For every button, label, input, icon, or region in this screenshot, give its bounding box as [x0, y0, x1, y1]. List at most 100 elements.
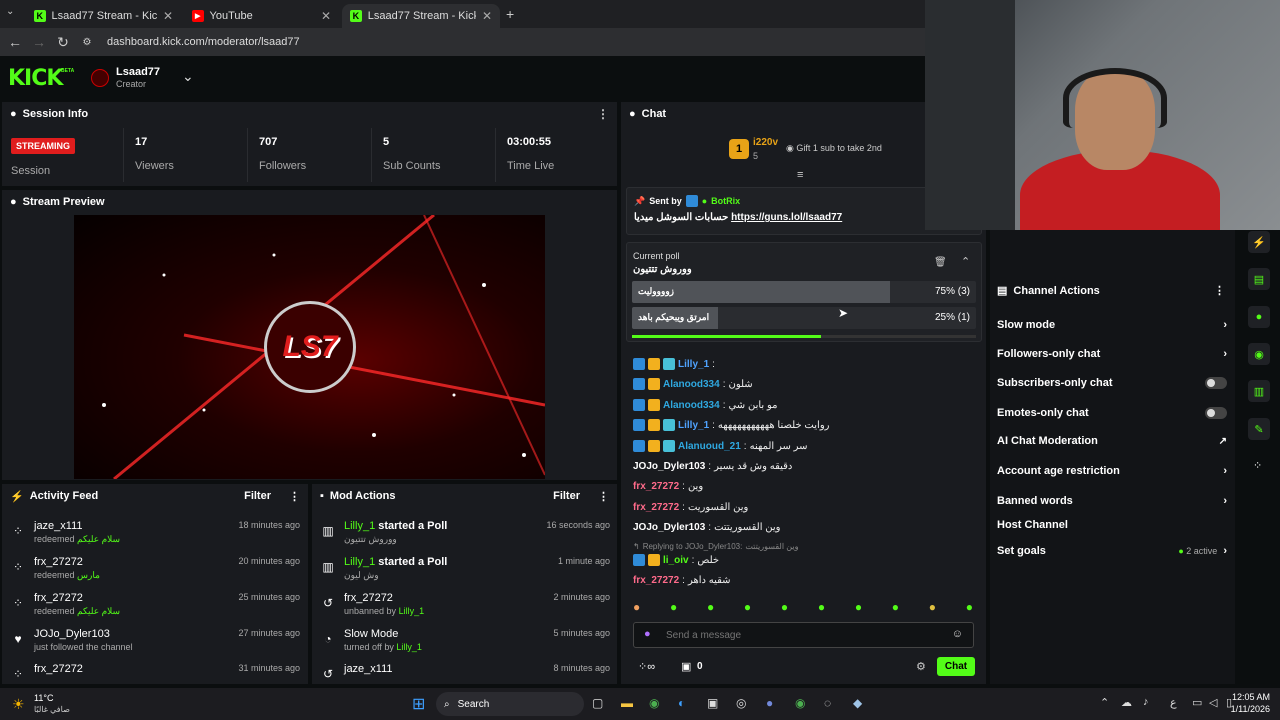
chat-message[interactable]: JOJo_Dyler103: دقيقه وش قد يسير: [633, 461, 792, 472]
chat-username[interactable]: Lilly_1: [678, 359, 709, 370]
list-item[interactable]: ↺ frx_27272 unbanned by Lilly_1 2 minutes a…: [320, 592, 610, 626]
chat-message-input[interactable]: [666, 627, 946, 643]
url-field[interactable]: dashboard.kick.com/moderator/lsaad77: [107, 36, 300, 48]
close-tab-icon[interactable]: ✕: [321, 9, 331, 23]
quick-action-broadcast-icon[interactable]: ◉: [1248, 343, 1270, 365]
new-tab-icon[interactable]: +: [506, 6, 514, 22]
poll-option-1[interactable]: زووووليت 75% (3): [632, 281, 976, 303]
task-view-icon[interactable]: ▢: [592, 696, 603, 710]
emote-icon[interactable]: ●: [744, 600, 751, 616]
action-account-age[interactable]: Account age restriction ›: [997, 461, 1227, 481]
expand-chevron-icon[interactable]: ≡: [797, 169, 803, 181]
chat-username[interactable]: Alanood334: [663, 379, 720, 390]
poll-option-2[interactable]: امرتق ويبحيكم باهد 25% (1): [632, 307, 976, 329]
quick-action-wrench-icon[interactable]: ✎: [1248, 418, 1270, 440]
windows-start-icon[interactable]: ⊞: [412, 694, 425, 714]
send-chat-button[interactable]: Chat: [937, 657, 975, 676]
tab-youtube[interactable]: ▶ YouTube ✕: [184, 4, 339, 28]
channel-switch-chevron-icon[interactable]: ⌄: [182, 68, 194, 85]
chat-message[interactable]: Lilly_1:: [633, 358, 718, 370]
chat-username[interactable]: JOJo_Dyler103: [633, 522, 705, 533]
activity-filter-button[interactable]: Filter: [244, 490, 271, 502]
weather-icon[interactable]: ☀: [12, 696, 25, 713]
quick-action-notes-icon[interactable]: ▤: [1248, 268, 1270, 290]
action-banned-words[interactable]: Banned words ›: [997, 491, 1227, 511]
emoji-icon[interactable]: ☺: [952, 628, 963, 640]
chevron-up-icon[interactable]: ⌃: [961, 255, 970, 268]
tab-kick-dashboard-1[interactable]: K Lsaad77 Stream - Kick Dashboa ✕: [26, 4, 181, 28]
list-item[interactable]: ⁘ frx_27272 31 minutes ago: [10, 663, 300, 683]
action-emotes-only[interactable]: Emotes-only chat: [997, 403, 1227, 423]
list-item[interactable]: ⁘ frx_27272 redeemed سلام عليكم 25 minutes …: [10, 592, 300, 626]
steam-icon[interactable]: ◆: [853, 696, 862, 710]
more-options-icon[interactable]: ⋮: [1214, 284, 1225, 297]
chat-message[interactable]: frx_27272: وين: [633, 481, 703, 492]
file-explorer-icon[interactable]: ▬: [621, 696, 633, 710]
chat-username[interactable]: JOJo_Dyler103: [633, 461, 705, 472]
site-info-icon[interactable]: ⚙: [75, 37, 99, 48]
list-item[interactable]: ↺ jaze_x111 8 minutes ago: [320, 663, 610, 683]
quick-action-lightning-icon[interactable]: ⚡: [1248, 231, 1270, 253]
more-options-icon[interactable]: ⋮: [597, 107, 609, 121]
chat-settings-icon[interactable]: ⚙: [916, 660, 926, 673]
action-followers-only[interactable]: Followers-only chat ›: [997, 344, 1227, 364]
list-item[interactable]: ⁘ jaze_x111 redeemed سلام عليكم 18 minutes …: [10, 520, 300, 554]
discord-icon[interactable]: ●: [766, 696, 773, 710]
action-ai-moderation[interactable]: AI Chat Moderation ↗: [997, 431, 1227, 451]
chat-username[interactable]: Alanood334: [663, 400, 720, 411]
clock-time[interactable]: 12:05 AM: [1226, 692, 1270, 702]
mod-filter-button[interactable]: Filter: [553, 490, 580, 502]
tray-chevron-icon[interactable]: ⌃: [1100, 696, 1109, 709]
gift-sub-button[interactable]: ◉ Gift 1 sub to take 2nd: [786, 143, 882, 154]
chrome-icon[interactable]: ◉: [795, 696, 805, 710]
kick-points-icon[interactable]: ⁘∞: [638, 660, 655, 673]
microphone-icon[interactable]: ●: [644, 628, 651, 640]
tab-kick-dashboard-2[interactable]: K Lsaad77 Stream - Kick Dashboa ✕: [342, 4, 500, 28]
emote-icon[interactable]: ●: [633, 600, 640, 616]
gift-box-icon[interactable]: ▣: [681, 660, 691, 673]
taskbar-search[interactable]: ⌕ Search: [436, 692, 584, 716]
chat-message[interactable]: Alanuoud_21: سر سر المهنه: [633, 440, 808, 452]
close-tab-icon[interactable]: ✕: [482, 9, 492, 23]
chat-message[interactable]: Alanood334: مو بابن شي: [633, 399, 778, 411]
tray-mic-icon[interactable]: ♪: [1143, 696, 1149, 708]
pinned-link[interactable]: https://guns.lol/lsaad77: [731, 212, 842, 223]
quick-action-more-icon[interactable]: ⁘: [1253, 459, 1262, 472]
action-slow-mode[interactable]: Slow mode ›: [997, 315, 1227, 335]
chat-message[interactable]: JOJo_Dyler103: وين القسوريتتت: [633, 522, 781, 533]
list-item[interactable]: ▥ Lilly_1 started a Poll ووروش تتتيون 16 se…: [320, 520, 610, 554]
chrome-icon[interactable]: ◉: [649, 696, 659, 710]
tray-cloud-icon[interactable]: ☁: [1121, 696, 1132, 709]
chat-username[interactable]: Alanuoud_21: [678, 441, 741, 452]
emote-icon[interactable]: ●: [670, 600, 677, 616]
action-host-channel[interactable]: Host Channel: [997, 515, 1227, 535]
reload-icon[interactable]: ↻: [51, 34, 75, 51]
top-gifter-name[interactable]: i220v: [753, 137, 778, 148]
subscribers-only-toggle[interactable]: [1205, 377, 1227, 389]
emote-icon[interactable]: ●: [892, 600, 899, 616]
chat-message[interactable]: frx_27272: وين القسوريت: [633, 502, 748, 513]
edge-icon[interactable]: ◐: [678, 696, 685, 710]
list-item[interactable]: ♥ JOJo_Dyler103 just followed the channel 2…: [10, 628, 300, 662]
stream-video[interactable]: LS7: [74, 215, 545, 479]
more-options-icon[interactable]: ⋮: [598, 490, 609, 503]
action-subscribers-only[interactable]: Subscribers-only chat: [997, 373, 1227, 393]
app-icon[interactable]: ◌: [824, 696, 831, 710]
emote-icon[interactable]: ●: [781, 600, 788, 616]
tab-list-chevron-icon[interactable]: ⌄: [6, 6, 14, 17]
obs-icon[interactable]: ◎: [736, 696, 746, 710]
list-item[interactable]: ▥ Lilly_1 started a Poll وش ليون 1 minute a…: [320, 556, 610, 590]
action-set-goals[interactable]: Set goals ● 2 active ›: [997, 541, 1227, 561]
kick-logo[interactable]: KICK: [8, 66, 63, 91]
network-icon[interactable]: ▭: [1192, 696, 1202, 709]
emote-icon[interactable]: ●: [966, 600, 973, 616]
store-icon[interactable]: ▣: [707, 696, 718, 710]
chat-message[interactable]: frx_27272: شقيه داهر: [633, 575, 731, 586]
chat-message[interactable]: Alanood334: شلون: [633, 378, 753, 390]
chat-username[interactable]: frx_27272: [633, 481, 679, 492]
emote-icon[interactable]: ●: [855, 600, 862, 616]
quick-action-chat-icon[interactable]: ●: [1248, 306, 1270, 328]
emotes-only-toggle[interactable]: [1205, 407, 1227, 419]
volume-icon[interactable]: ◁: [1209, 696, 1217, 709]
channel-avatar[interactable]: [91, 69, 109, 87]
